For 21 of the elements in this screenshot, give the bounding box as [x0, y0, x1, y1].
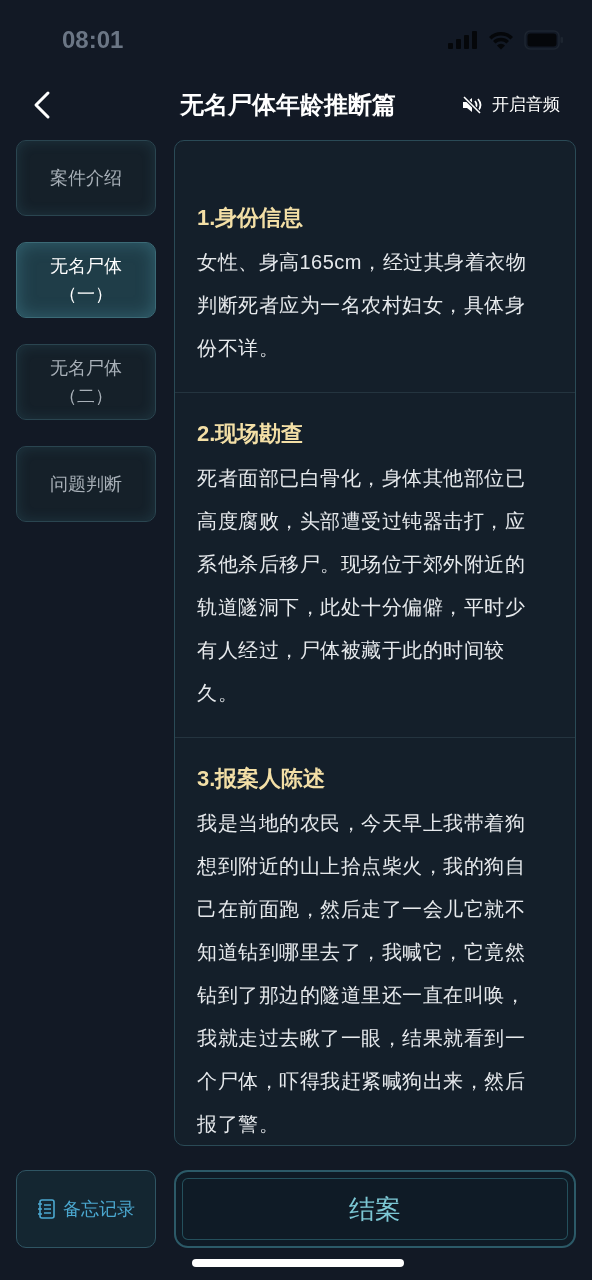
- back-icon: [32, 90, 52, 120]
- section-text: 女性、身高165cm，经过其身着衣物判断死者应为一名农村妇女，具体身份不详。: [197, 250, 528, 361]
- section-heading: 2.现场勘查: [197, 420, 305, 448]
- sidebar-tab[interactable]: 案件介绍: [16, 140, 156, 216]
- sidebar-tab[interactable]: 问题判断: [16, 446, 156, 522]
- section-text: 我是当地的农民，今天早上我带着狗想到附近的山上拾点柴火，我的狗自己在前面跑，然后走了一会儿它就不知道钻到哪里去了，我喊它，它竟然钻到了那边的隧道里还一直在叫唤，我就走过去瞅了一眼，结果就看到一个尸体，吓得我赶紧喊狗出来，然后报了警。: [197, 811, 526, 1137]
- section-heading: 3.报案人陈述: [197, 765, 327, 793]
- signal-icon: [448, 31, 478, 49]
- memo-button[interactable]: 备忘记录: [16, 1170, 156, 1248]
- notebook-icon: [37, 1199, 55, 1219]
- muted-speaker-icon: [462, 96, 482, 114]
- audio-toggle[interactable]: 开启音频: [462, 92, 560, 118]
- page-title: 无名尸体年龄推断篇: [180, 90, 396, 120]
- sidebar-tab[interactable]: 无名尸体（二）: [16, 344, 156, 420]
- sidebar-tab[interactable]: 无名尸体（一）: [16, 242, 156, 318]
- close-case-button[interactable]: 结案: [174, 1170, 576, 1248]
- section-text: 死者面部已白骨化，身体其他部位已高度腐败，头部遭受过钝器击打，应系他杀后移尸。现场位于郊外附近的轨道隧洞下，此处十分偏僻，平时少有人经过，尸体被藏于此的时间较久。: [197, 466, 526, 706]
- status-time: 08:01: [62, 25, 124, 55]
- section-heading: 1.身份信息: [197, 204, 305, 232]
- wifi-icon: [488, 30, 514, 50]
- battery-icon: [524, 30, 564, 50]
